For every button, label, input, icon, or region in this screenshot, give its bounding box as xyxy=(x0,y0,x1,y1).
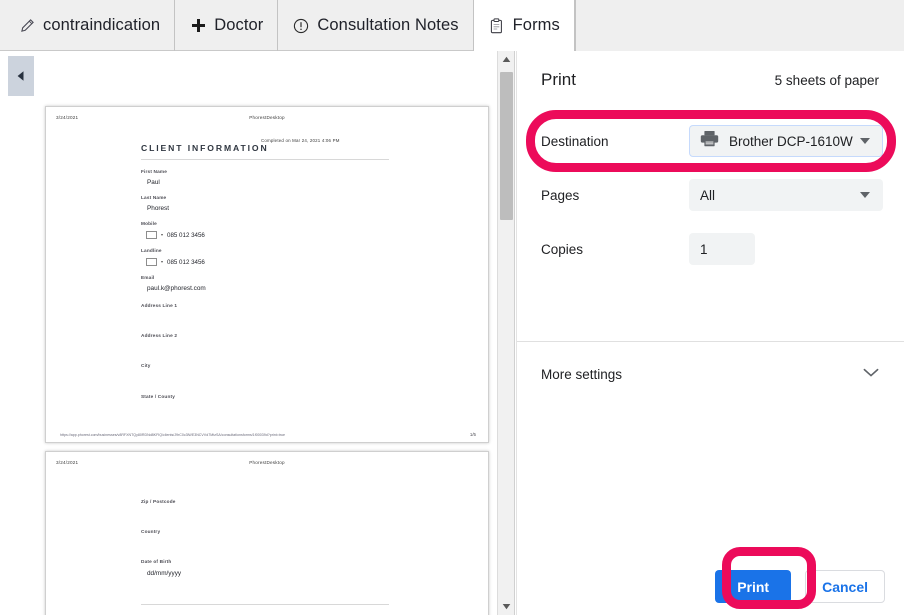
print-button[interactable]: Print xyxy=(715,570,792,603)
tab-doctor[interactable]: Doctor xyxy=(175,0,279,51)
field-phone-row: ▾ 085 012 3456 xyxy=(146,258,205,266)
chevron-down-icon xyxy=(863,365,879,383)
sheets-of-paper-label: 5 sheets of paper xyxy=(774,72,879,88)
page-completed-on: Completed on Mar 24, 2021 4:06 PM xyxy=(261,138,340,143)
collapse-preview-button[interactable] xyxy=(8,56,34,96)
clipboard-icon xyxy=(488,17,506,35)
field-phone-row: ▾ 085 012 3456 xyxy=(146,231,205,239)
destination-row: Destination Brother DCP-1610W se xyxy=(517,119,904,163)
field-label: Date of Birth xyxy=(141,559,172,564)
print-preview-window: contraindication Doctor Consultation Not… xyxy=(0,0,904,615)
page-footer-url: https://app.phorest.com/businesses/v8RFX… xyxy=(60,433,286,437)
tab-bar: contraindication Doctor Consultation Not… xyxy=(0,0,904,51)
chevron-down-icon: ▾ xyxy=(161,232,164,237)
chevron-left-icon xyxy=(17,71,24,81)
chevron-down-icon xyxy=(860,138,870,144)
page-title-rule xyxy=(141,159,389,160)
settings-divider xyxy=(517,341,904,342)
field-label: Landline xyxy=(141,248,162,253)
destination-select[interactable]: Brother DCP-1610W se xyxy=(689,125,883,157)
page-header-app: PhorestDesktop xyxy=(249,115,285,120)
more-settings-label: More settings xyxy=(541,366,623,382)
pages-label: Pages xyxy=(541,187,580,203)
field-label: First Name xyxy=(141,169,168,174)
page-divider-rule xyxy=(141,604,389,605)
tab-label: Doctor xyxy=(214,16,264,35)
copies-input[interactable]: 1 xyxy=(689,233,755,265)
document-preview-pane: 3/24/2021 PhorestDesktop Completed on Ma… xyxy=(0,51,515,615)
field-value: 085 012 3456 xyxy=(167,231,205,239)
country-flag-box xyxy=(146,231,157,239)
field-label: Address Line 1 xyxy=(141,303,178,308)
print-dialog-actions: Print Cancel xyxy=(517,570,904,603)
field-label: Country xyxy=(141,529,161,534)
plus-icon xyxy=(189,17,207,35)
pane-divider xyxy=(514,51,515,615)
field-value: paul.k@phorest.com xyxy=(147,285,206,292)
exclamation-circle-icon xyxy=(292,17,310,35)
field-label: State / County xyxy=(141,394,176,399)
field-label: Address Line 2 xyxy=(141,333,178,338)
scroll-up-arrow[interactable] xyxy=(498,51,515,68)
print-dialog: Print 5 sheets of paper Destination Brot… xyxy=(516,51,904,615)
field-label: Email xyxy=(141,275,155,280)
scroll-down-arrow[interactable] xyxy=(498,598,515,615)
field-value: Phorest xyxy=(147,205,170,212)
scrollbar-thumb[interactable] xyxy=(500,72,513,220)
destination-label: Destination xyxy=(541,133,609,149)
page-header-date: 3/24/2021 xyxy=(56,460,79,465)
tab-contraindication[interactable]: contraindication xyxy=(0,0,176,51)
tab-label: contraindication xyxy=(43,16,161,35)
copies-value: 1 xyxy=(700,241,708,257)
field-value: Paul xyxy=(147,179,160,186)
tab-forms[interactable]: Forms xyxy=(473,0,575,51)
destination-value-group: Brother DCP-1610W se xyxy=(700,130,857,152)
field-label: City xyxy=(141,363,151,368)
preview-page-2[interactable]: 3/24/2021 PhorestDesktop Zip / Postcode … xyxy=(45,451,489,615)
field-label: Zip / Postcode xyxy=(141,499,176,504)
field-value: dd/mm/yyyy xyxy=(147,570,182,577)
tab-bar-spacer xyxy=(574,0,904,51)
page-footer-number: 1/5 xyxy=(469,432,476,437)
cancel-button[interactable]: Cancel xyxy=(805,570,885,603)
tab-label: Forms xyxy=(512,16,560,35)
tab-consultation-notes[interactable]: Consultation Notes xyxy=(278,0,474,51)
chevron-down-icon xyxy=(860,192,870,198)
more-settings-toggle[interactable]: More settings xyxy=(517,356,904,392)
pages-select[interactable]: All xyxy=(689,179,883,211)
field-value: 085 012 3456 xyxy=(167,258,205,266)
print-dialog-title: Print xyxy=(541,70,576,89)
copies-label: Copies xyxy=(541,241,584,257)
page-header-app: PhorestDesktop xyxy=(249,460,285,465)
country-flag-box xyxy=(146,258,157,266)
preview-scrollbar[interactable] xyxy=(497,51,515,615)
chevron-down-icon: ▾ xyxy=(161,259,164,264)
field-label: Last Name xyxy=(141,195,167,200)
destination-value: Brother DCP-1610W se xyxy=(729,133,857,149)
page-section-title: CLIENT INFORMATION xyxy=(141,143,269,153)
field-label: Mobile xyxy=(141,221,157,226)
pages-row: Pages All xyxy=(517,173,904,217)
page-header-date: 3/24/2021 xyxy=(56,115,79,120)
print-dialog-header: Print 5 sheets of paper xyxy=(517,51,904,109)
copies-row: Copies 1 xyxy=(517,227,904,271)
preview-page-1[interactable]: 3/24/2021 PhorestDesktop Completed on Ma… xyxy=(45,106,489,443)
tab-label: Consultation Notes xyxy=(317,16,459,35)
pencil-icon xyxy=(18,17,36,35)
pages-value: All xyxy=(700,187,716,203)
printer-icon xyxy=(700,130,719,152)
